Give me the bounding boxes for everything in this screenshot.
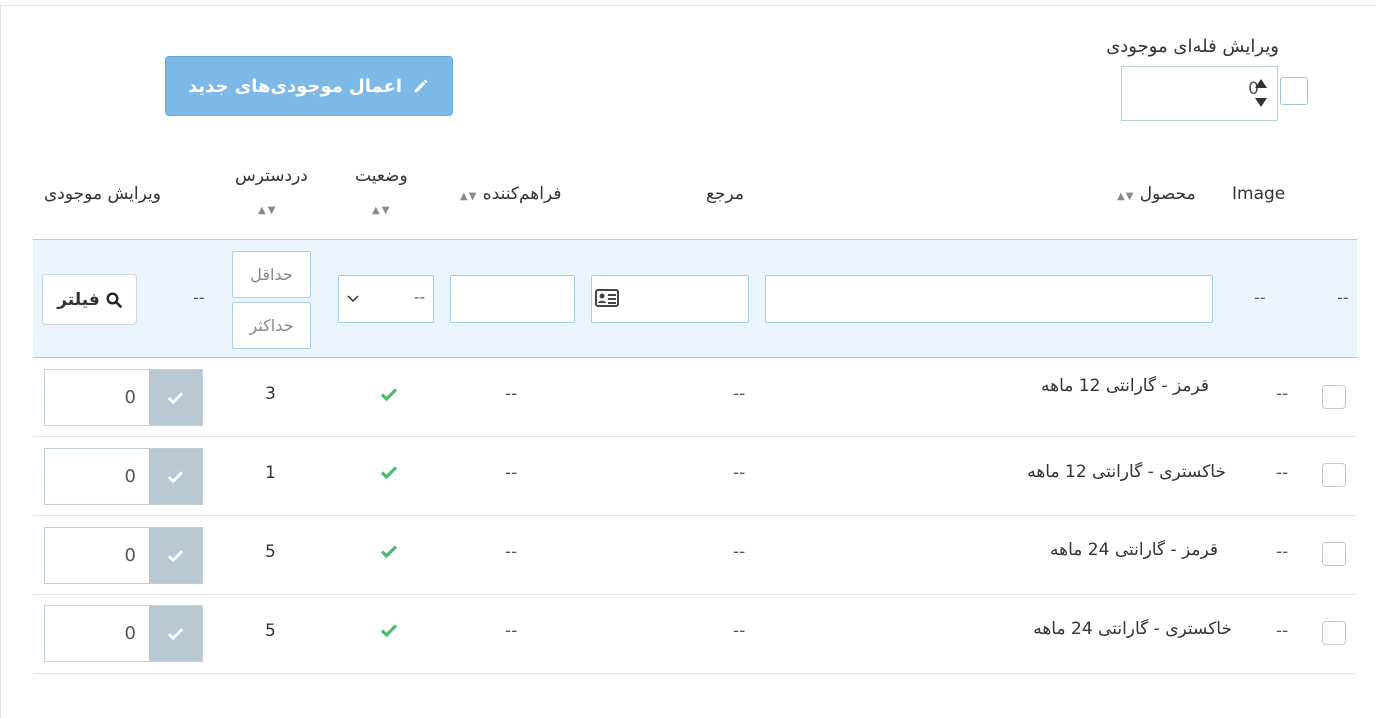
- row-checkbox[interactable]: [1322, 621, 1346, 645]
- available-min-input[interactable]: حداقل: [232, 251, 311, 298]
- product-filter-input[interactable]: [765, 275, 1213, 323]
- reference-filter-input[interactable]: [591, 275, 749, 323]
- row-quantity-apply-button[interactable]: [149, 606, 202, 661]
- column-header-edit-quantity: ویرایش موجودی: [44, 184, 161, 204]
- row-reference: --: [733, 542, 746, 562]
- row-supplier: --: [505, 621, 518, 641]
- row-supplier: --: [505, 384, 518, 404]
- apply-new-quantities-button[interactable]: اعمال موجودی‌های جدید: [165, 56, 453, 116]
- row-product-name[interactable]: خاکستری - گارانتی 12 ماهه: [1027, 462, 1226, 482]
- row-checkbox[interactable]: [1322, 542, 1346, 566]
- search-icon: [106, 291, 122, 308]
- column-header-image: Image: [1232, 184, 1286, 204]
- row-product-name[interactable]: قرمز - گارانتی 24 ماهه: [1050, 540, 1218, 560]
- row-reference: --: [733, 463, 746, 483]
- status-enabled-icon[interactable]: [380, 463, 398, 481]
- id-card-icon: [595, 289, 619, 307]
- row-product-name[interactable]: قرمز - گارانتی 12 ماهه: [1041, 376, 1209, 396]
- apply-button-label: اعمال موجودی‌های جدید: [187, 75, 403, 97]
- check-icon: [167, 550, 184, 563]
- row-image: --: [1276, 384, 1289, 404]
- sort-arrows-icon: ▲▼: [460, 191, 478, 202]
- column-header-reference: مرجع: [706, 184, 745, 204]
- status-enabled-icon[interactable]: [380, 621, 398, 639]
- filter-button-label: فیلتر: [57, 289, 100, 310]
- column-header-supplier[interactable]: ▲▼ فراهم‌کننده: [460, 184, 562, 204]
- row-available-qty: 5: [265, 542, 276, 562]
- row-checkbox[interactable]: [1322, 463, 1346, 487]
- sort-arrows-icon[interactable]: ▲▼: [372, 205, 391, 216]
- row-quantity-editor[interactable]: 0: [44, 369, 203, 426]
- check-icon: [167, 471, 184, 484]
- row-supplier: --: [505, 542, 518, 562]
- row-quantity-apply-button[interactable]: [149, 370, 202, 425]
- column-header-available[interactable]: دردسترس: [235, 166, 308, 186]
- row-divider: [33, 594, 1357, 595]
- bulk-edit-label: ویرایش فله‌ای موجودی: [1106, 36, 1279, 57]
- sort-arrows-icon: ▲▼: [1117, 191, 1135, 202]
- check-icon: [167, 628, 184, 641]
- row-quantity-editor[interactable]: 0: [44, 448, 203, 505]
- row-quantity-editor[interactable]: 0: [44, 605, 203, 662]
- row-supplier: --: [505, 463, 518, 483]
- row-image: --: [1276, 621, 1289, 641]
- panel-left-border: [0, 5, 1, 718]
- row-product-name[interactable]: خاکستری - گارانتی 24 ماهه: [1033, 619, 1232, 639]
- bulk-select-all-checkbox[interactable]: [1280, 77, 1308, 105]
- pencil-icon: [414, 79, 428, 93]
- chevron-down-icon: [347, 295, 359, 303]
- row-quantity-input[interactable]: 0: [45, 606, 148, 661]
- row-available-qty: 5: [265, 621, 276, 641]
- row-checkbox[interactable]: [1322, 385, 1346, 409]
- row-available-qty: 3: [265, 384, 276, 404]
- sort-arrows-icon[interactable]: ▲▼: [258, 205, 277, 216]
- row-image: --: [1276, 542, 1289, 562]
- check-icon: [167, 392, 184, 405]
- row-quantity-editor[interactable]: 0: [44, 527, 203, 584]
- column-header-product[interactable]: ▲▼ محصول: [1117, 184, 1196, 204]
- available-max-input[interactable]: حداکثر: [232, 302, 311, 349]
- bulk-quantity-input[interactable]: 0: [1121, 66, 1278, 121]
- status-enabled-icon[interactable]: [380, 542, 398, 560]
- column-header-supplier-label: فراهم‌کننده: [482, 184, 562, 204]
- row-divider: [33, 436, 1357, 437]
- row-quantity-input[interactable]: 0: [45, 528, 148, 583]
- row-reference: --: [733, 621, 746, 641]
- panel-top-border: [0, 5, 1376, 6]
- status-filter-select[interactable]: --: [338, 275, 434, 323]
- column-header-status[interactable]: وضعیت: [355, 166, 408, 186]
- column-header-product-label: محصول: [1139, 184, 1196, 204]
- row-reference: --: [733, 384, 746, 404]
- supplier-filter-input[interactable]: [450, 275, 575, 323]
- row-divider: [33, 673, 1357, 674]
- row-quantity-input[interactable]: 0: [45, 449, 148, 504]
- status-enabled-icon[interactable]: [380, 385, 398, 403]
- filter-button[interactable]: فیلتر: [42, 274, 137, 325]
- row-available-qty: 1: [265, 463, 276, 483]
- row-quantity-apply-button[interactable]: [149, 528, 202, 583]
- filter-empty-edit: --: [193, 288, 205, 307]
- spin-up-icon[interactable]: [1255, 79, 1267, 88]
- row-quantity-input[interactable]: 0: [45, 370, 148, 425]
- row-divider: [33, 515, 1357, 516]
- filter-empty-image: --: [1254, 288, 1266, 307]
- filter-empty-select: --: [1337, 288, 1349, 307]
- row-image: --: [1276, 463, 1289, 483]
- spin-down-icon[interactable]: [1255, 98, 1267, 107]
- row-quantity-apply-button[interactable]: [149, 449, 202, 504]
- status-filter-value: --: [414, 288, 425, 306]
